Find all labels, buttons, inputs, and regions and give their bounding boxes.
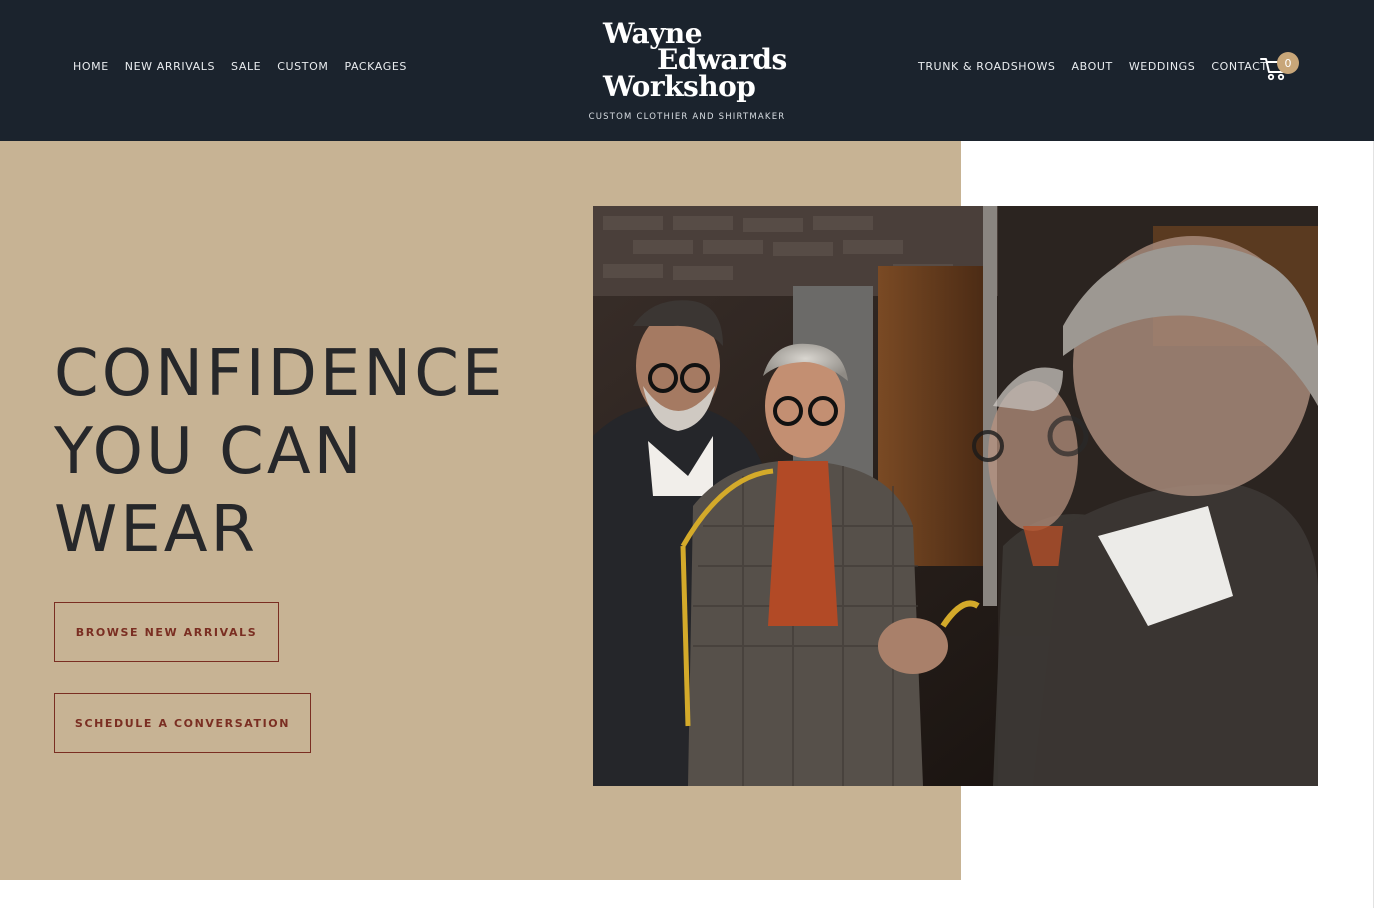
brand-tagline: CUSTOM CLOTHIER AND SHIRTMAKER [588,112,786,122]
browse-new-arrivals-button[interactable]: BROWSE NEW ARRIVALS [54,602,279,662]
primary-nav-left: HOME NEW ARRIVALS SALE CUSTOM PACKAGES [73,60,423,73]
hero-photo-illustration [593,206,1318,786]
nav-trunk-roadshows[interactable]: TRUNK & ROADSHOWS [918,60,1056,73]
hero-photo-tailor-fitting [593,206,1318,786]
cart-button[interactable]: 0 [1259,52,1303,84]
nav-sale[interactable]: SALE [231,60,261,73]
hero-headline: CONFIDENCE YOU CAN WEAR [54,335,574,569]
nav-weddings[interactable]: WEDDINGS [1129,60,1196,73]
cart-count-badge: 0 [1277,52,1299,74]
nav-about[interactable]: ABOUT [1072,60,1113,73]
nav-custom[interactable]: CUSTOM [277,60,328,73]
brand-logo[interactable]: Wayne Edwards Workshop CUSTOM CLOTHIER A… [560,18,814,128]
nav-home[interactable]: HOME [73,60,109,73]
logo-wordmark-line-3: Workshop [603,70,756,103]
hero-headline-line-3: WEAR [54,493,258,567]
hero-headline-line-1: CONFIDENCE [54,337,506,411]
nav-new-arrivals[interactable]: NEW ARRIVALS [125,60,215,73]
nav-packages[interactable]: PACKAGES [344,60,407,73]
hero-headline-line-2: YOU CAN [54,415,365,489]
site-header: HOME NEW ARRIVALS SALE CUSTOM PACKAGES W… [0,0,1374,141]
schedule-conversation-button[interactable]: SCHEDULE A CONVERSATION [54,693,311,753]
primary-nav-right: TRUNK & ROADSHOWS ABOUT WEDDINGS CONTACT [918,60,1278,73]
